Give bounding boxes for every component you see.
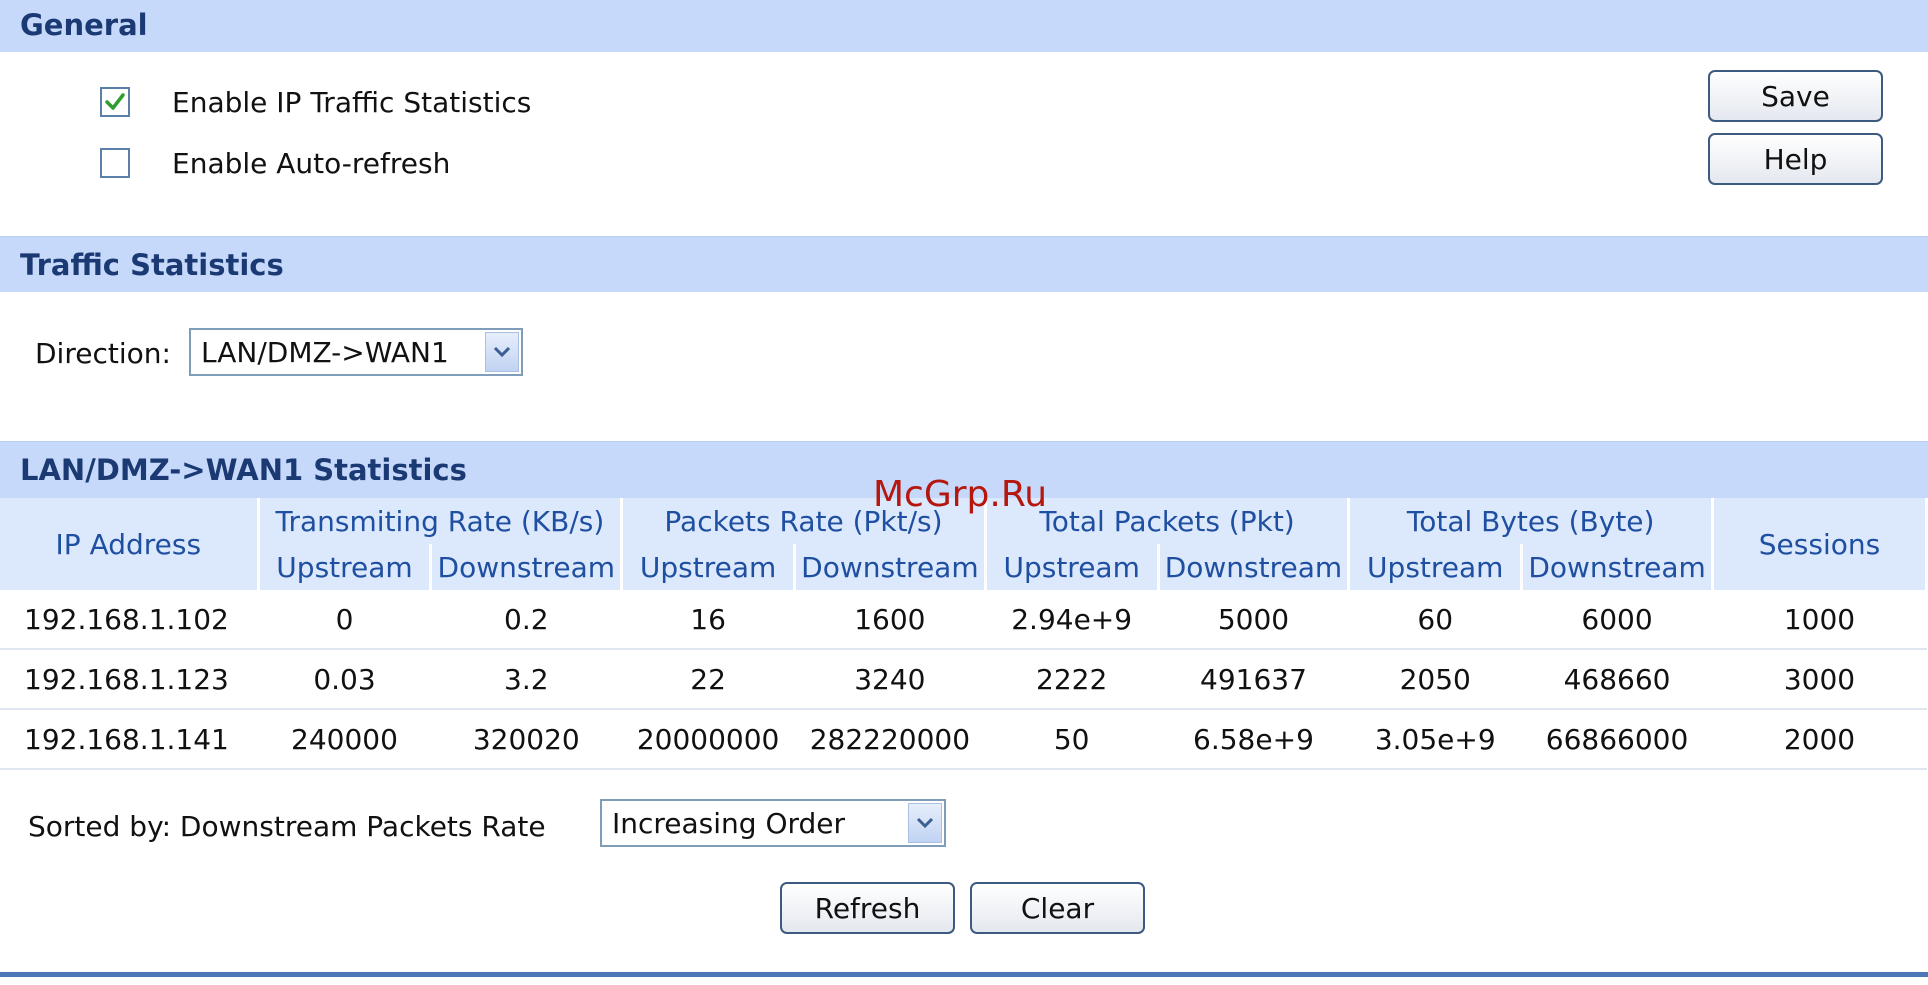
save-button[interactable]: Save [1708, 70, 1883, 122]
cell-ip: 192.168.1.123 [0, 649, 259, 710]
enable-auto-refresh-label: Enable Auto-refresh [172, 146, 451, 180]
general-title: General [20, 8, 148, 42]
cell-pr-down: 282220000 [794, 709, 986, 770]
cell-sessions: 3000 [1712, 649, 1927, 710]
cell-tb-up: 3.05e+9 [1348, 709, 1522, 770]
cell-tr-down: 0.2 [430, 590, 622, 650]
cell-tr-down: 320020 [430, 709, 622, 770]
cell-tp-up: 2.94e+9 [985, 590, 1159, 650]
cell-pr-down: 1600 [794, 590, 986, 650]
cell-ip: 192.168.1.141 [0, 709, 259, 770]
watermark: McGrp.Ru [873, 474, 1048, 515]
enable-auto-refresh-row: Enable Auto-refresh [100, 143, 450, 183]
chevron-down-icon[interactable] [485, 332, 519, 372]
traffic-stats-table: IP Address Transmiting Rate (KB/s) Packe… [0, 498, 1928, 770]
bottom-divider [0, 972, 1928, 977]
cell-tr-up: 0.03 [258, 649, 431, 710]
sort-order-select[interactable]: Increasing Order [600, 799, 946, 847]
refresh-button[interactable]: Refresh [780, 882, 955, 934]
col-tr-upstream: Upstream [258, 544, 433, 590]
cell-pr-up: 20000000 [621, 709, 795, 770]
enable-ip-traffic-label: Enable IP Traffic Statistics [172, 85, 532, 119]
col-pr-downstream: Downstream [794, 544, 987, 590]
col-tp-downstream: Downstream [1158, 544, 1351, 590]
check-icon [105, 93, 125, 110]
cell-tp-up: 2222 [985, 649, 1159, 710]
sort-order-value: Increasing Order [612, 806, 846, 840]
col-tb-downstream: Downstream [1521, 544, 1714, 590]
cell-tp-down: 6.58e+9 [1158, 709, 1349, 770]
table-row: 192.168.1.141 240000 320020 20000000 282… [0, 709, 1927, 770]
traffic-section-header: Traffic Statistics [0, 236, 1928, 292]
table-row: 192.168.1.123 0.03 3.2 22 3240 2222 4916… [0, 649, 1927, 710]
general-section-header: General [0, 0, 1928, 52]
cell-tr-up: 240000 [258, 709, 431, 770]
cell-tp-down: 491637 [1158, 649, 1349, 710]
traffic-title: Traffic Statistics [20, 248, 284, 282]
col-tp-upstream: Upstream [985, 544, 1160, 590]
col-pr-upstream: Upstream [621, 544, 796, 590]
cell-tb-up: 2050 [1348, 649, 1522, 710]
chevron-down-icon[interactable] [908, 803, 942, 843]
col-ip-address: IP Address [0, 498, 260, 590]
col-tr-downstream: Downstream [430, 544, 624, 590]
enable-auto-refresh-checkbox[interactable] [100, 148, 130, 178]
enable-ip-traffic-row: Enable IP Traffic Statistics [100, 82, 531, 122]
cell-tr-up: 0 [258, 590, 431, 650]
stats-title: LAN/DMZ->WAN1 Statistics [20, 453, 467, 487]
direction-select-value: LAN/DMZ->WAN1 [201, 335, 449, 369]
col-transmitting-rate: Transmiting Rate (KB/s) [258, 498, 624, 544]
cell-sessions: 1000 [1712, 590, 1927, 650]
cell-sessions: 2000 [1712, 709, 1927, 770]
col-total-bytes: Total Bytes (Byte) [1348, 498, 1714, 544]
cell-tp-up: 50 [985, 709, 1159, 770]
cell-tr-down: 3.2 [430, 649, 622, 710]
enable-ip-traffic-checkbox[interactable] [100, 87, 130, 117]
cell-pr-down: 3240 [794, 649, 986, 710]
sorted-by-label: Sorted by: Downstream Packets Rate [28, 810, 546, 843]
cell-tb-down: 6000 [1521, 590, 1713, 650]
cell-tb-up: 60 [1348, 590, 1522, 650]
direction-select[interactable]: LAN/DMZ->WAN1 [189, 328, 523, 376]
cell-tb-down: 66866000 [1521, 709, 1713, 770]
col-tb-upstream: Upstream [1348, 544, 1524, 590]
cell-pr-up: 16 [621, 590, 795, 650]
cell-ip: 192.168.1.102 [0, 590, 259, 650]
direction-label: Direction: [35, 337, 171, 370]
clear-button[interactable]: Clear [970, 882, 1145, 934]
cell-pr-up: 22 [621, 649, 795, 710]
table-row: 192.168.1.102 0 0.2 16 1600 2.94e+9 5000… [0, 590, 1927, 650]
cell-tb-down: 468660 [1521, 649, 1713, 710]
help-button[interactable]: Help [1708, 133, 1883, 185]
col-sessions: Sessions [1712, 498, 1928, 590]
cell-tp-down: 5000 [1158, 590, 1349, 650]
